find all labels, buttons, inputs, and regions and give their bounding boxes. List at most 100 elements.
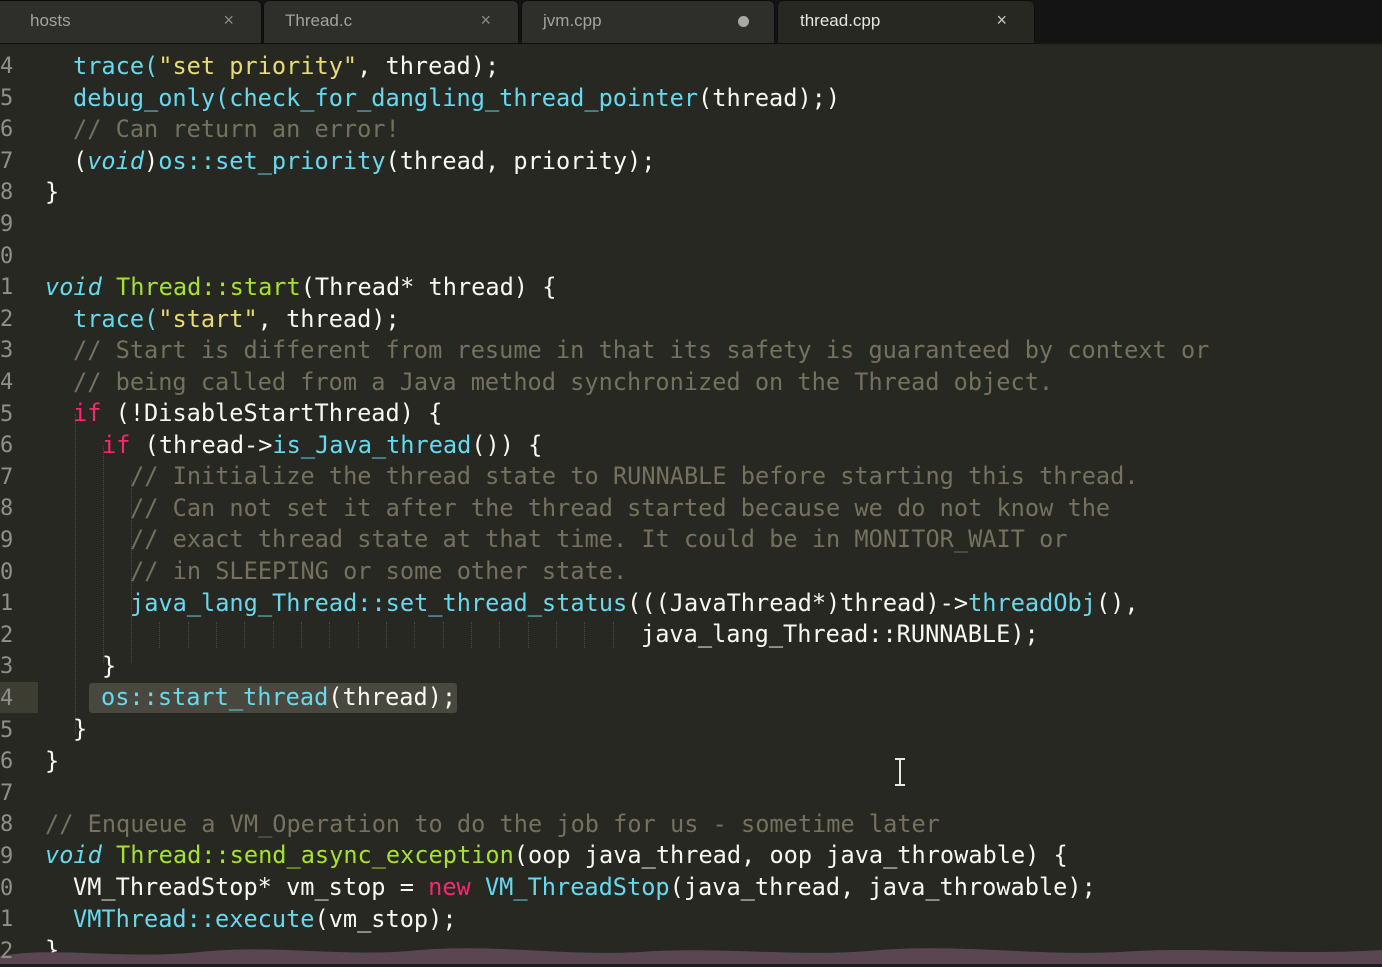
line-number: 1 bbox=[0, 591, 14, 617]
code-token: if bbox=[102, 431, 131, 459]
code-token: (java_thread, java_throwable); bbox=[669, 873, 1096, 901]
line-number: 3 bbox=[0, 338, 14, 364]
tab-thread-c[interactable]: Thread.c × bbox=[263, 0, 519, 44]
line-number: 6 bbox=[0, 433, 14, 459]
line-number: 9 bbox=[0, 212, 14, 237]
close-icon[interactable]: × bbox=[996, 10, 1007, 31]
code-token: if bbox=[73, 399, 102, 427]
code-token: trace( bbox=[73, 305, 159, 333]
indent-guide bbox=[556, 622, 557, 648]
code-line: } bbox=[73, 714, 87, 745]
code-line: // Start is different from resume in tha… bbox=[73, 335, 1209, 366]
indent-guide bbox=[244, 622, 245, 648]
indent-guide bbox=[273, 622, 274, 648]
code-line: // exact thread state at that time. It c… bbox=[130, 524, 1068, 555]
code-token: // Initialize the thread state to RUNNAB… bbox=[130, 462, 1139, 490]
code-token: , thread); bbox=[257, 305, 400, 333]
code-line: // Can not set it after the thread start… bbox=[130, 493, 1110, 524]
tab-label: jvm.cpp bbox=[543, 11, 602, 30]
code-token: void bbox=[45, 841, 102, 869]
code-token: java_lang_Thread::RUNNABLE); bbox=[641, 620, 1039, 648]
indent-guide bbox=[414, 622, 415, 648]
code-token: // Can return an error! bbox=[73, 115, 400, 143]
indent-guide bbox=[216, 622, 217, 648]
code-line: if (thread->is_Java_thread()) { bbox=[102, 430, 542, 461]
code-token: VM_ThreadStop bbox=[484, 873, 670, 901]
code-editor[interactable]: trace("set priority", thread); debug_onl… bbox=[0, 44, 1382, 964]
tab-label: hosts bbox=[30, 11, 71, 30]
line-number: 0 bbox=[0, 559, 14, 585]
line-number: 5 bbox=[0, 717, 14, 743]
code-token: VMThread::execute bbox=[73, 905, 315, 933]
indent-guide bbox=[329, 622, 330, 648]
code-token: VM_ThreadStop* vm_stop = bbox=[73, 873, 429, 901]
line-number: 4 bbox=[0, 370, 14, 395]
code-token: Thread::start bbox=[116, 273, 301, 301]
line-number: 6 bbox=[0, 117, 14, 143]
code-token: ) bbox=[144, 147, 159, 175]
code-line: // being called from a Java method synch… bbox=[73, 367, 1053, 398]
line-number: 8 bbox=[0, 180, 14, 206]
code-token: (), bbox=[1095, 589, 1139, 617]
code-line: void Thread::send_async_exception(oop ja… bbox=[45, 840, 1068, 871]
tab-label: Thread.c bbox=[285, 11, 353, 30]
code-token: (oop java_thread, oop java_throwable) { bbox=[513, 841, 1068, 869]
code-token: } bbox=[45, 747, 60, 775]
code-line: } bbox=[45, 746, 59, 777]
code-line: // in SLEEPING or some other state. bbox=[130, 556, 627, 587]
tab-bar: hosts × Thread.c × jvm.cpp thread.cpp × bbox=[0, 0, 1382, 44]
indent-guide bbox=[103, 446, 104, 663]
code-token: void bbox=[87, 147, 145, 175]
line-number: 7 bbox=[0, 780, 14, 806]
line-number: 1 bbox=[0, 275, 14, 301]
code-line: // Can return an error! bbox=[73, 114, 400, 145]
code-token: check_for_dangling_thread_pointer bbox=[229, 84, 699, 112]
code-token: // exact thread state at that time. It c… bbox=[130, 525, 1068, 553]
code-token: (vm_stop); bbox=[314, 905, 457, 933]
indent-guide bbox=[499, 622, 500, 648]
tab-hosts[interactable]: hosts × bbox=[0, 0, 262, 44]
code-line: debug_only(check_for_dangling_thread_poi… bbox=[73, 83, 840, 114]
code-token: , thread); bbox=[357, 52, 500, 80]
code-token: "set priority" bbox=[158, 52, 358, 80]
code-token: } bbox=[102, 652, 117, 680]
line-number: 0 bbox=[0, 243, 14, 269]
code-token: (thread, priority); bbox=[385, 147, 656, 175]
line-number: 4 bbox=[0, 54, 14, 79]
text-cursor-icon bbox=[895, 758, 905, 786]
code-token: (!DisableStartThread) { bbox=[101, 399, 443, 427]
unsaved-dot-icon[interactable] bbox=[738, 16, 749, 27]
code-token: // Start is different from resume in tha… bbox=[73, 336, 1210, 364]
code-token: (thread); bbox=[328, 683, 457, 711]
indent-guide bbox=[443, 622, 444, 648]
code-line: // Initialize the thread state to RUNNAB… bbox=[130, 461, 1139, 492]
code-token: } bbox=[45, 178, 60, 206]
line-number: 8 bbox=[0, 812, 14, 838]
close-icon[interactable]: × bbox=[480, 10, 491, 31]
tab-thread-cpp[interactable]: thread.cpp × bbox=[777, 0, 1035, 44]
code-token: Thread::send_async_exception bbox=[116, 841, 514, 869]
code-line: void Thread::start(Thread* thread) { bbox=[45, 272, 556, 303]
line-number: 2 bbox=[0, 622, 14, 648]
bottom-edge-decoration bbox=[0, 948, 1382, 964]
code-line: java_lang_Thread::set_thread_status(((Ja… bbox=[130, 588, 1139, 619]
indent-guide bbox=[358, 622, 359, 648]
code-token: ()) { bbox=[471, 431, 543, 459]
code-token: void bbox=[45, 273, 102, 301]
tab-label: thread.cpp bbox=[800, 11, 881, 30]
indent-guide bbox=[471, 622, 472, 648]
close-icon[interactable]: × bbox=[223, 10, 234, 31]
line-number: 5 bbox=[0, 401, 14, 427]
indent-guide bbox=[613, 622, 614, 648]
line-number: 9 bbox=[0, 844, 14, 869]
indent-guide bbox=[159, 622, 160, 648]
code-token: // Enqueue a VM_Operation to do the job … bbox=[45, 810, 940, 838]
line-number: 3 bbox=[0, 654, 14, 680]
line-number: 0 bbox=[0, 875, 14, 901]
line-number: 7 bbox=[0, 148, 14, 174]
code-token: (thread-> bbox=[130, 431, 273, 459]
code-token: (((JavaThread*)thread)-> bbox=[627, 589, 969, 617]
tab-jvm-cpp[interactable]: jvm.cpp bbox=[521, 0, 775, 44]
